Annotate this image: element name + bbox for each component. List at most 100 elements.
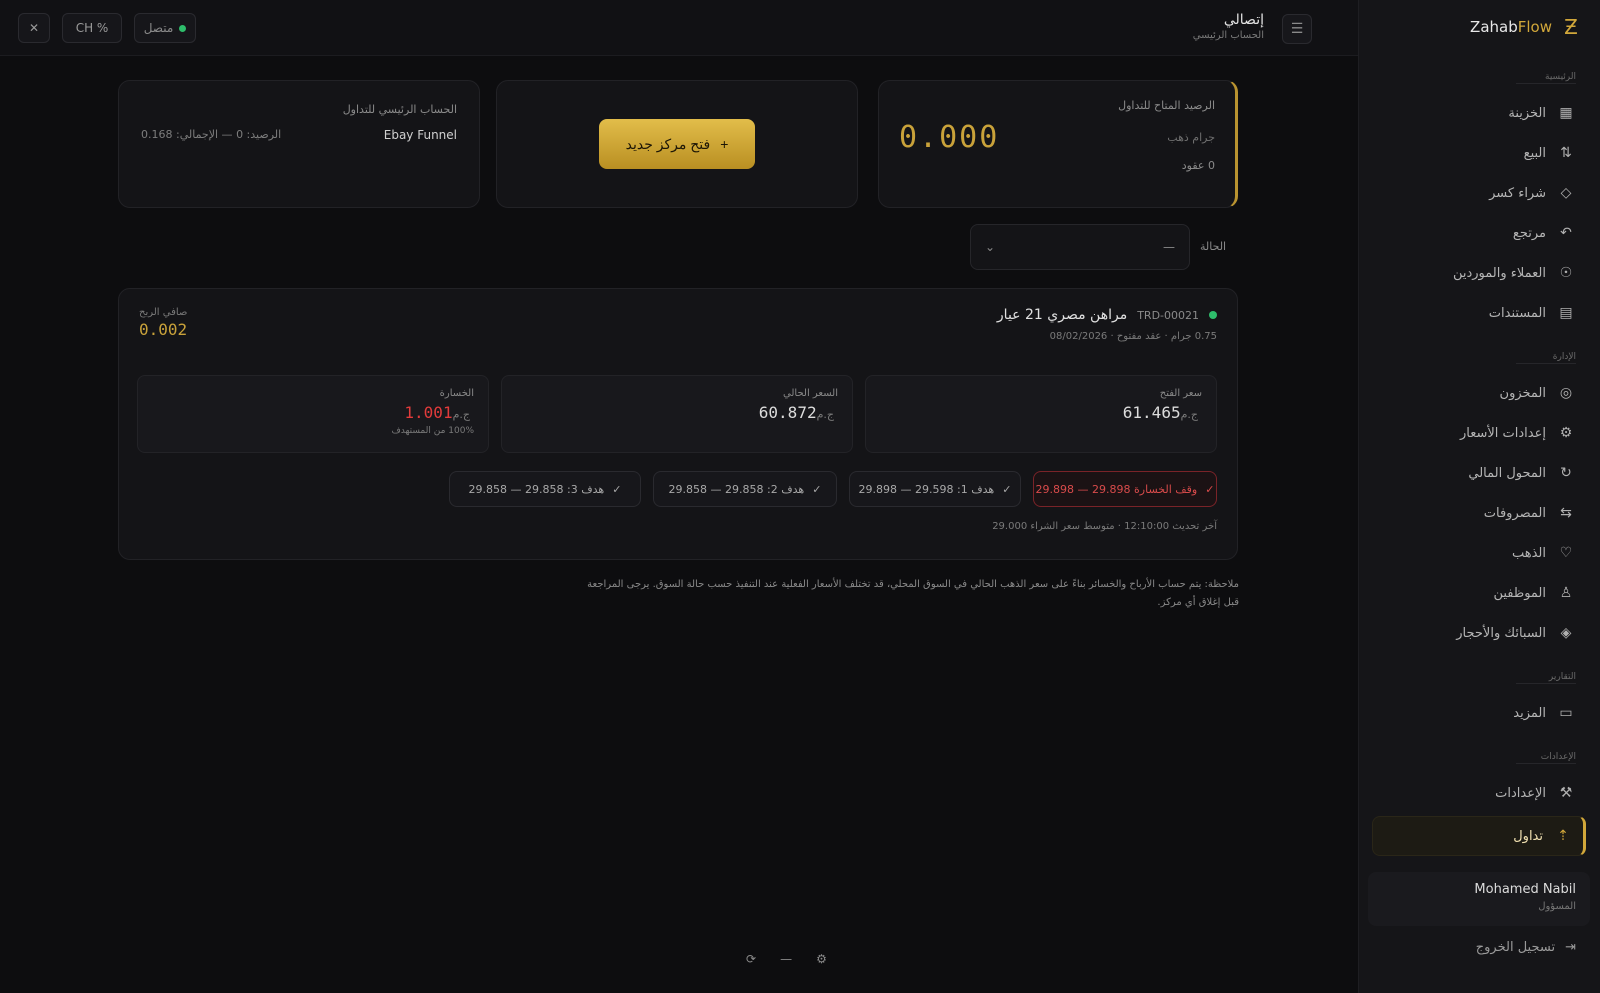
separator: — <box>780 952 793 966</box>
menu-button[interactable]: ☰ <box>1282 14 1312 44</box>
user-role: المسؤول <box>1538 901 1576 912</box>
trading-icon: ⇡ <box>1557 828 1569 844</box>
open-price-box: سعر الفتح ج.م61.465 <box>865 375 1217 453</box>
sidebar-item-converter[interactable]: ↻ المحول المالي <box>1372 456 1586 490</box>
balance-value: 0.000 <box>899 120 1000 155</box>
gold-icon: ♡ <box>1559 545 1573 561</box>
chevron-down-icon: ⌄ <box>985 240 996 254</box>
sidebar-item-bullion[interactable]: ◈ السبائك والأحجار <box>1372 616 1586 650</box>
open-price-value: 61.465 <box>1122 403 1181 422</box>
trading-account-meta: الرصيد: 0 — الإجمالي: 0.168 <box>141 128 282 141</box>
close-button[interactable]: ✕ <box>18 13 50 43</box>
section-head: الإدارة <box>1516 352 1576 364</box>
check-icon: ✓ <box>1205 482 1215 496</box>
employees-icon: ♙ <box>1559 585 1573 601</box>
open-price-label: سعر الفتح <box>1159 388 1202 399</box>
stop-loss-button[interactable]: ✓ وقف الخسارة 29.898 — 29.898 <box>1033 471 1217 507</box>
bottom-toolbar: ⟳ — ⚙ <box>746 952 827 966</box>
prices-icon: ⚙ <box>1559 425 1573 441</box>
new-position-button[interactable]: + فتح مركز جديد <box>599 119 755 169</box>
status-label: متصل <box>143 21 174 35</box>
inventory-icon: ◎ <box>1559 385 1573 401</box>
status-dot-icon <box>179 24 187 32</box>
balance-sub: 0 عقود <box>1181 159 1215 172</box>
gear-icon[interactable]: ⚙ <box>816 952 827 966</box>
current-price-currency: ج.م <box>816 408 834 421</box>
sidebar-item-prices[interactable]: ⚙ إعدادات الأسعار <box>1372 416 1586 450</box>
brand[interactable]: ZahabFlow Ƶ <box>1470 16 1582 38</box>
current-price-value: 60.872 <box>758 403 817 422</box>
brand-name: ZahabFlow <box>1470 18 1552 36</box>
loss-value: 1.001 <box>404 403 453 422</box>
connection-status: متصل <box>134 13 196 43</box>
converter-icon: ↻ <box>1560 465 1572 481</box>
trading-account-card: الحساب الرئيسي للتداول Ebay Funnel الرصي… <box>118 80 480 208</box>
disclaimer-note: ملاحظة: يتم حساب الأرباح والخسائر بناءً … <box>587 579 1239 608</box>
sidebar-item-more[interactable]: ▭ المزيد <box>1372 696 1586 730</box>
position-pl: صافي الربح 0.002 <box>139 307 187 339</box>
sidebar-item-sales[interactable]: ⇅ البيع <box>1372 136 1586 170</box>
sidebar-item-settings[interactable]: ⚒ الإعدادات <box>1372 776 1586 810</box>
open-status-icon <box>1209 311 1217 319</box>
sidebar-item-documents[interactable]: ▤ المستندات <box>1372 296 1586 330</box>
section-head: التقارير <box>1516 672 1576 684</box>
sidebar-item-treasury[interactable]: ▦ الخزينة <box>1372 96 1586 130</box>
pl-label: صافي الربح <box>139 307 188 318</box>
loss-currency: ج.م <box>452 408 470 421</box>
section-head: الرئيسية <box>1516 72 1576 84</box>
menu-icon: ☰ <box>1290 21 1304 37</box>
logo-icon: Ƶ <box>1564 15 1578 39</box>
section-head: الإعدادات <box>1516 752 1576 764</box>
balance-currency: جرام ذهب <box>1167 131 1215 144</box>
percent-label: CH % <box>75 21 109 35</box>
sales-icon: ⇅ <box>1560 145 1572 161</box>
sidebar-item-scrap[interactable]: ◇ شراء كسر <box>1372 176 1586 210</box>
user-name: Mohamed Nabil <box>1474 882 1576 897</box>
position-footer: آخر تحديث 12:10:00 · متوسط سعر الشراء 29… <box>992 521 1217 532</box>
sidebar-item-trading[interactable]: ⇡ تداول <box>1372 816 1586 856</box>
trading-account-label: الحساب الرئيسي للتداول <box>342 103 457 116</box>
returns-icon: ↶ <box>1560 225 1572 241</box>
new-position-card: + فتح مركز جديد <box>496 80 858 208</box>
target-3-button[interactable]: ✓ هدف 3: 29.858 — 29.858 <box>449 471 641 507</box>
documents-icon: ▤ <box>1559 305 1573 321</box>
settings-icon: ⚒ <box>1559 785 1573 801</box>
more-icon: ▭ <box>1559 705 1573 721</box>
check-icon: ✓ <box>812 482 822 496</box>
sidebar-item-gold[interactable]: ♡ الذهب <box>1372 536 1586 570</box>
pl-value: 0.002 <box>139 320 188 339</box>
sidebar-item-expenses[interactable]: ⇆ المصروفات <box>1372 496 1586 530</box>
bullion-icon: ◈ <box>1560 625 1572 641</box>
logout-button[interactable]: ⇥ تسجيل الخروج <box>1476 940 1576 955</box>
sidebar-item-returns[interactable]: ↶ مرتجع <box>1372 216 1586 250</box>
sidebar-item-employees[interactable]: ♙ الموظفين <box>1372 576 1586 610</box>
trading-account-name: Ebay Funnel <box>383 128 457 142</box>
check-icon: ✓ <box>1002 482 1012 496</box>
position-card[interactable]: TRD-00021 مراهن مصري 21 عيار 0.75 جرام ·… <box>118 288 1238 560</box>
sidebar-item-inventory[interactable]: ◎ المخزون <box>1372 376 1586 410</box>
current-price-box: السعر الحالي ج.م60.872 <box>501 375 853 453</box>
position-header: TRD-00021 مراهن مصري 21 عيار 0.75 جرام ·… <box>997 307 1217 342</box>
status-filter-select[interactable]: ⌄ — <box>970 224 1190 270</box>
target-1-button[interactable]: ✓ هدف 1: 29.598 — 29.898 <box>849 471 1021 507</box>
logout-icon: ⇥ <box>1565 940 1576 955</box>
user-card[interactable]: Mohamed Nabil المسؤول <box>1368 872 1590 926</box>
close-icon: ✕ <box>28 21 40 35</box>
page-heading: إتصالي الحساب الرئيسي <box>1193 12 1264 41</box>
plus-icon: + <box>720 136 729 152</box>
position-sub: 0.75 جرام · عقد مفتوح · 08/02/2026 <box>1049 331 1217 342</box>
sidebar: ZahabFlow Ƶ الرئيسية ▦ الخزينة ⇅ البيع ◇ شر… <box>1358 0 1600 993</box>
page-subtitle: الحساب الرئيسي <box>1192 30 1264 41</box>
balance-label: الرصيد المتاح للتداول <box>1118 99 1215 112</box>
open-price-currency: ج.م <box>1180 408 1198 421</box>
balance-card: الرصيد المتاح للتداول جرام ذهب 0.000 0 ع… <box>878 80 1238 208</box>
percent-button[interactable]: CH % <box>62 13 122 43</box>
refresh-icon[interactable]: ⟳ <box>746 952 756 966</box>
target-2-button[interactable]: ✓ هدف 2: 29.858 — 29.858 <box>653 471 837 507</box>
sidebar-item-customers[interactable]: ☉ العملاء والموردين <box>1372 256 1586 290</box>
page-title: إتصالي <box>1223 12 1264 28</box>
position-title: مراهن مصري 21 عيار <box>996 307 1128 323</box>
current-price-label: السعر الحالي <box>783 388 838 399</box>
check-icon: ✓ <box>612 482 622 496</box>
loss-sub: 100% من المستهدف <box>391 426 474 436</box>
